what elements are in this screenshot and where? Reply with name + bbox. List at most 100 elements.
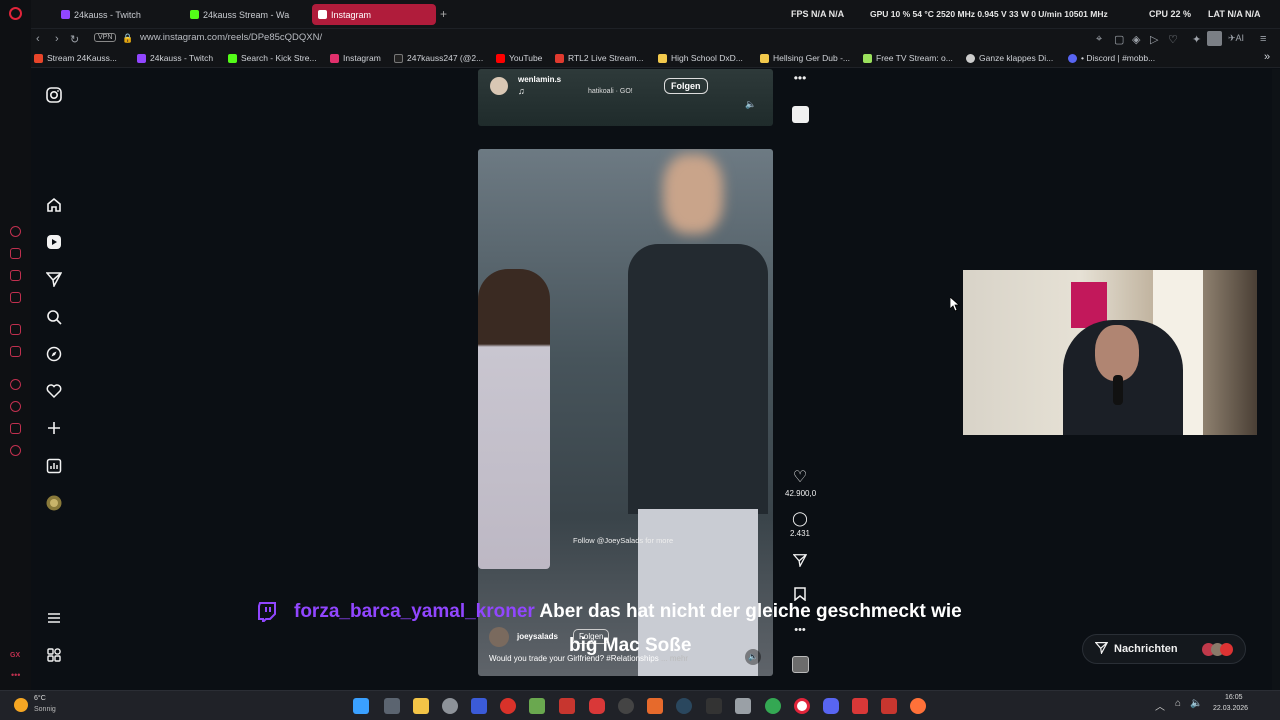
avatar[interactable] [489,627,509,647]
comment-button[interactable]: ◯ 2.431 [785,510,815,538]
menu-icon[interactable]: ≡ [1260,33,1266,45]
sidebar-mail-icon[interactable] [10,292,21,303]
play-icon[interactable]: ▷ [1150,33,1158,46]
sidebar-gx-icon[interactable]: GX [10,652,20,659]
bookmarks-overflow-icon[interactable]: » [1264,51,1270,63]
reel-username[interactable]: joeysalads [517,632,558,641]
steam-icon[interactable] [676,698,692,714]
app-light-icon[interactable] [735,698,751,714]
share-button[interactable] [785,553,815,569]
clock-date[interactable]: 22.03.2026 [1213,705,1248,712]
audio-thumbnail[interactable] [785,656,815,673]
app-dark-icon[interactable] [706,698,722,714]
tab-kick[interactable]: 24kauss Stream - Wa [184,4,309,25]
app-cam2-icon[interactable] [881,698,897,714]
windows-start-icon[interactable] [353,698,369,714]
bookmark-item[interactable]: RTL2 Live Stream... [555,53,643,63]
bookmark-item[interactable]: Ganze klappes Di... [966,53,1053,63]
reload-icon[interactable]: ↻ [70,33,79,46]
mouse-app-icon[interactable] [442,698,458,714]
new-tab-button[interactable]: + [440,7,447,21]
pin-icon[interactable]: ⌖ [1096,33,1102,46]
bookmark-item[interactable]: Free TV Stream: o... [863,53,953,63]
explore-icon[interactable] [45,346,63,364]
app-red-icon[interactable] [500,698,516,714]
more-options-icon[interactable]: ••• [785,71,815,85]
bookmark-item[interactable]: • Discord | #mobb... [1068,53,1155,63]
bookmark-item[interactable]: High School DxD... [658,53,743,63]
messages-button[interactable]: Nachrichten [1082,634,1246,664]
network-icon[interactable]: ⌂ [1175,698,1181,709]
reel-video-frame[interactable] [478,149,773,676]
sidebar-crypto-icon[interactable] [10,248,21,259]
vortex-icon[interactable] [471,698,487,714]
bookmark-item[interactable]: Search - Kick Stre... [228,53,317,63]
sidebar-twitch-icon[interactable] [10,324,21,335]
url-text[interactable]: www.instagram.com/reels/DPe85cQDQXN/ [140,32,322,43]
mute-icon[interactable]: 🔈 [745,99,756,110]
app-orange-icon[interactable] [647,698,663,714]
create-plus-icon[interactable] [45,420,63,438]
firefox-icon[interactable] [910,698,926,714]
forward-icon[interactable]: › [55,33,59,45]
like-button[interactable]: ♡ 42.900,0 [785,467,816,498]
obs-icon[interactable] [618,698,634,714]
bookmark-item[interactable]: 247kauss247 (@2... [394,53,483,63]
follow-button[interactable]: Folgen [664,78,708,94]
profile-avatar-icon[interactable] [45,495,63,513]
sidebar-settings-icon[interactable] [10,445,21,456]
opera-logo-icon[interactable] [9,7,22,20]
app-santa-icon[interactable] [852,698,868,714]
reel-card-previous[interactable]: wenlamin.s ♫ hatikoali · GO! Folgen 🔈 [478,69,773,126]
reel-username[interactable]: wenlamin.s [518,75,561,84]
tab-twitch[interactable]: 24kauss - Twitch [55,4,180,25]
sidebar-player-icon[interactable] [10,379,21,390]
home-icon[interactable] [45,197,63,215]
extensions-icon[interactable]: ✦ [1192,33,1201,46]
clock-time[interactable]: 16:05 [1225,694,1243,701]
tray-chevron-icon[interactable]: ︿ [1155,698,1165,713]
weather-sun-icon[interactable] [14,698,28,712]
back-icon[interactable]: ‹ [36,33,40,45]
page-scrollbar[interactable] [1272,69,1280,690]
bookmark-item[interactable]: Stream 24Kauss... [34,53,117,63]
sidebar-flow-icon[interactable] [10,270,21,281]
more-options-icon[interactable]: ••• [785,624,815,636]
aria-ai-icon[interactable]: ✈AI [1228,33,1244,44]
shield-icon[interactable]: ◈ [1132,33,1140,46]
more-menu-icon[interactable] [45,610,63,628]
sidebar-more-icon[interactable]: ••• [11,670,20,680]
reels-icon[interactable] [45,234,63,252]
instagram-logo-icon[interactable] [45,87,63,105]
app-cam-icon[interactable] [559,698,575,714]
avatar[interactable] [490,77,508,95]
also-from-meta-icon[interactable] [45,647,63,665]
bookmark-item[interactable]: YouTube [496,53,542,63]
heart-icon[interactable]: ♡ [1168,33,1178,46]
app-red2-icon[interactable] [589,698,605,714]
weather-text[interactable]: Sonnig [34,706,56,713]
reel-card-current[interactable]: Follow @JoeySalads for more joeysalads F… [478,149,773,676]
bookmark-item[interactable]: 24kauss - Twitch [137,53,213,63]
dashboard-icon[interactable] [45,458,63,476]
bookmark-item[interactable]: Instagram [330,53,381,63]
discord-icon[interactable] [823,698,839,714]
profile-avatar[interactable] [1207,31,1222,46]
opera-gx-icon[interactable] [794,698,810,714]
volume-icon[interactable]: 🔈 [1190,698,1202,709]
chrome-icon[interactable] [765,698,781,714]
mute-icon[interactable]: 🔈 [745,649,761,665]
direct-messages-icon[interactable] [45,271,63,289]
file-explorer-icon[interactable] [413,698,429,714]
snapshot-icon[interactable]: ▢ [1114,33,1124,46]
bookmark-item[interactable]: Hellsing Ger Dub -... [760,53,850,63]
sidebar-extensions-icon[interactable] [10,423,21,434]
vpn-badge[interactable]: VPN [94,33,117,42]
calculator-icon[interactable] [384,698,400,714]
sidebar-youtube-icon[interactable] [10,346,21,357]
audio-thumbnail[interactable] [785,106,815,123]
sidebar-aria-icon[interactable] [10,226,21,237]
search-icon[interactable] [45,309,63,327]
weather-temp[interactable]: 6°C [34,695,46,702]
tab-instagram[interactable]: Instagram [312,4,436,25]
